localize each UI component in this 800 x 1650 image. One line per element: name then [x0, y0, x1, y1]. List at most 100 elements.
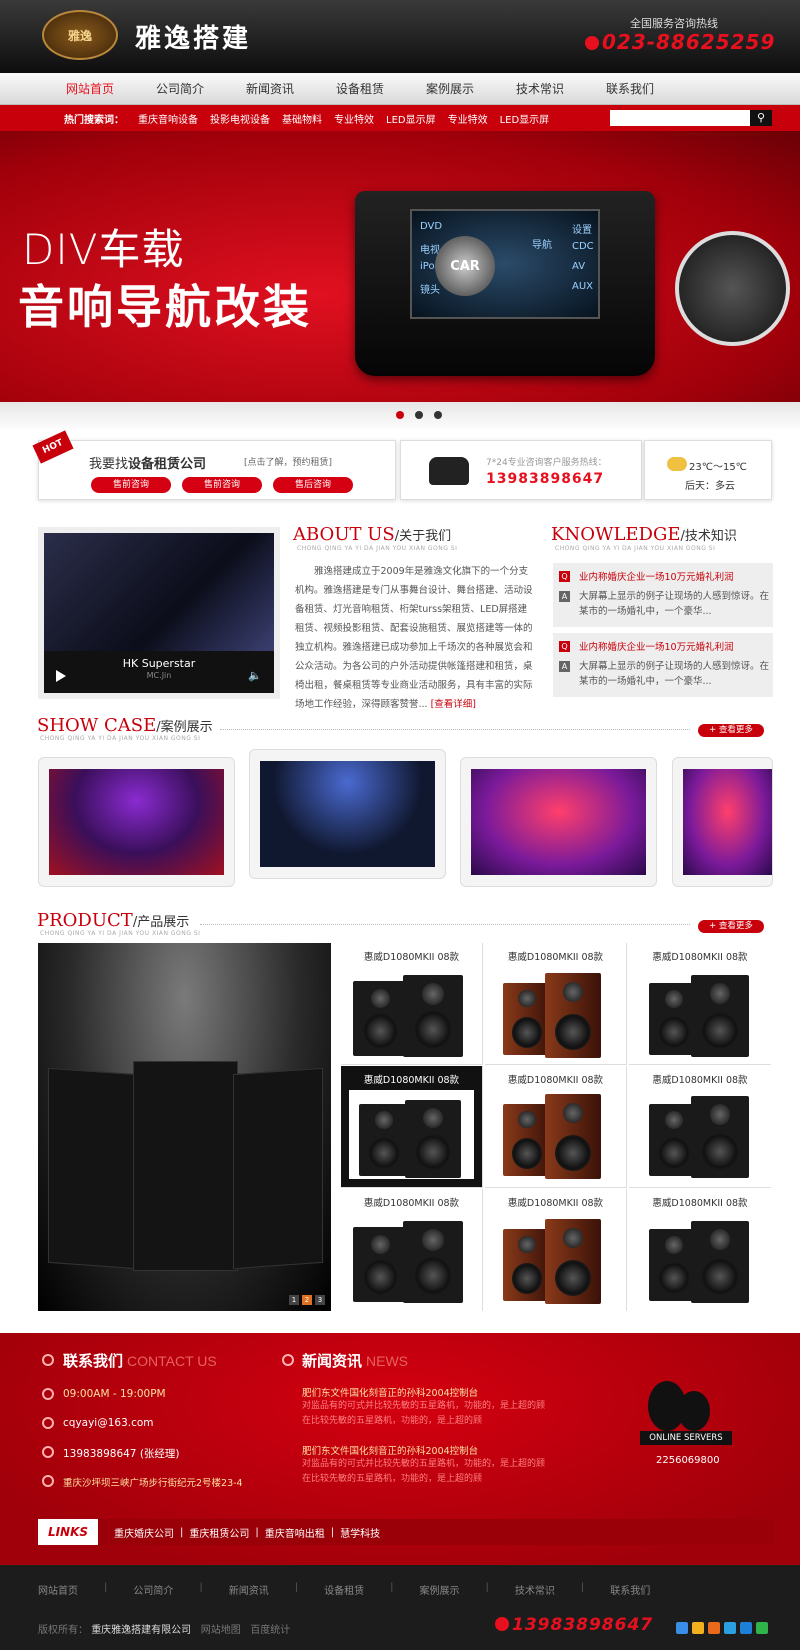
volume-icon[interactable]: 🔈 [248, 669, 262, 682]
product-item[interactable]: 惠威D1080MKII 08款 [485, 1066, 627, 1188]
product-item[interactable]: 惠威D1080MKII 08款 [629, 1066, 771, 1188]
footer-nav-link[interactable]: 公司简介 [133, 1582, 173, 1597]
dashboard-inset-image [675, 231, 790, 346]
knowledge-question[interactable]: 业内称婚庆企业一场10万元婚礼利润 [579, 569, 734, 583]
car-logo: CAR [435, 236, 495, 296]
knowledge-item[interactable]: Q 业内称婚庆企业一场10万元婚礼利润 A 大屏幕上显示的例子让现场的人感到惊讶… [553, 563, 773, 627]
online-service[interactable]: ONLINE SERVERS [640, 1375, 732, 1445]
site-footer: 网站首页 | 公司简介 | 新闻资讯 | 设备租赁 | 案例展示 | 技术常识 … [0, 1565, 800, 1650]
answer-icon: A [559, 591, 570, 602]
share-icon[interactable] [676, 1622, 688, 1634]
copyright: 版权所有： 重庆雅逸搭建有限公司 网站地图 百度统计 [38, 1621, 290, 1636]
news-headline[interactable]: 肥们东文件国化刻音正的孙科2004控制台 [302, 1443, 478, 1457]
about-more-link[interactable]: [查看详细] [431, 699, 476, 710]
friend-link[interactable]: 重庆租赁公司 [189, 1525, 249, 1540]
case-item[interactable] [672, 757, 773, 887]
product-name[interactable]: 惠威D1080MKII 08款 [341, 949, 482, 963]
presale-button[interactable]: 售前咨询 [91, 477, 171, 493]
footer-nav-link[interactable]: 技术常识 [515, 1582, 555, 1597]
friend-link[interactable]: 重庆婚庆公司 [114, 1525, 174, 1540]
footer-nav-link[interactable]: 新闻资讯 [229, 1582, 269, 1597]
qq-number[interactable]: 2256069800 [656, 1455, 720, 1466]
product-item[interactable]: 惠威D1080MKII 08款 [629, 1189, 771, 1311]
play-icon[interactable] [56, 670, 66, 682]
hot-term[interactable]: 重庆音响设备 [138, 111, 198, 126]
nav-news[interactable]: 新闻资讯 [225, 73, 315, 104]
company-name: 重庆雅逸搭建有限公司 [91, 1625, 192, 1636]
speaker-image [691, 1096, 749, 1178]
logo-badge[interactable]: 雅逸 [42, 10, 118, 60]
rental-note[interactable]: [点击了解，预约租赁] [244, 455, 332, 468]
nav-home[interactable]: 网站首页 [45, 73, 135, 104]
friend-link[interactable]: 慧学科技 [340, 1525, 380, 1540]
footer-nav-link[interactable]: 网站首页 [38, 1582, 78, 1597]
friend-link[interactable]: 重庆音响出租 [265, 1525, 325, 1540]
knowledge-title-en: KNOWLEDGE [551, 524, 681, 545]
share-icon[interactable] [756, 1622, 768, 1634]
news-headline[interactable]: 肥们东文件国化刻音正的孙科2004控制台 [302, 1385, 478, 1399]
aftersale-button[interactable]: 售后咨询 [273, 477, 353, 493]
share-icon[interactable] [708, 1622, 720, 1634]
hot-term[interactable]: 专业特效 [448, 111, 488, 126]
hotline-number-text: 023-88625259 [602, 30, 776, 54]
hot-term[interactable]: LED显示屏 [500, 111, 550, 126]
product-name[interactable]: 惠威D1080MKII 08款 [341, 1072, 482, 1086]
contact-title-cn: 联系我们 [63, 1352, 124, 1370]
product-name[interactable]: 惠威D1080MKII 08款 [629, 1072, 771, 1086]
hot-term[interactable]: 投影电视设备 [210, 111, 270, 126]
hero-banner[interactable]: DIV车载 音响导航改装 DVD 电视 iPod 镜头 收音 导航 设置 CDC… [0, 131, 800, 403]
sitemap-link[interactable]: 网站地图 [201, 1625, 241, 1636]
speaker-image [545, 1094, 601, 1179]
product-item[interactable]: 惠威D1080MKII 08款 [485, 1189, 627, 1311]
footer-nav-link[interactable]: 案例展示 [420, 1582, 460, 1597]
case-item[interactable] [38, 757, 235, 887]
logo-text[interactable]: 雅逸搭建 [135, 18, 251, 55]
featured-product-image[interactable]: 1 2 3 [38, 943, 331, 1311]
product-more-button[interactable]: + 查看更多 [698, 920, 764, 933]
nav-cases[interactable]: 案例展示 [405, 73, 495, 104]
hot-term[interactable]: LED显示屏 [386, 111, 436, 126]
product-name[interactable]: 惠威D1080MKII 08款 [485, 1072, 626, 1086]
search-icon[interactable]: ⚲ [750, 110, 772, 126]
product-name[interactable]: 惠威D1080MKII 08款 [485, 949, 626, 963]
footer-nav-link[interactable]: 联系我们 [610, 1582, 650, 1597]
slider-page[interactable]: 1 [289, 1295, 299, 1305]
hot-term[interactable]: 专业特效 [334, 111, 374, 126]
case-item[interactable] [460, 757, 657, 887]
knowledge-question[interactable]: 业内称婚庆企业一场10万元婚礼利润 [579, 639, 734, 653]
product-name[interactable]: 惠威D1080MKII 08款 [629, 949, 771, 963]
nav-contact[interactable]: 联系我们 [585, 73, 675, 104]
pager-dot-active[interactable] [396, 411, 404, 419]
product-name[interactable]: 惠威D1080MKII 08款 [629, 1195, 771, 1209]
nav-knowledge[interactable]: 技术常识 [495, 73, 585, 104]
footer-nav-link[interactable]: 设备租赁 [324, 1582, 364, 1597]
share-icon[interactable] [692, 1622, 704, 1634]
pager-dot[interactable] [434, 411, 442, 419]
product-name[interactable]: 惠威D1080MKII 08款 [485, 1195, 626, 1209]
search-input[interactable] [610, 110, 750, 126]
stats-link[interactable]: 百度统计 [250, 1625, 290, 1636]
video-player[interactable]: HK Superstar MC.Jin 🔈 [38, 527, 280, 699]
slider-page[interactable]: 3 [315, 1295, 325, 1305]
presale-button[interactable]: 售前咨询 [182, 477, 262, 493]
knowledge-item[interactable]: Q 业内称婚庆企业一场10万元婚礼利润 A 大屏幕上显示的例子让现场的人感到惊讶… [553, 633, 773, 697]
product-item[interactable]: 惠威D1080MKII 08款 [341, 943, 483, 1065]
share-icon[interactable] [740, 1622, 752, 1634]
showcase-title-en: SHOW CASE [37, 715, 157, 736]
about-title: ABOUT US/关于我们 [293, 524, 452, 545]
nav-rental[interactable]: 设备租赁 [315, 73, 405, 104]
product-item[interactable]: 惠威D1080MKII 08款 [629, 943, 771, 1065]
product-item[interactable]: 惠威D1080MKII 08款 [341, 1189, 483, 1311]
contact-email[interactable]: cqyayi@163.com [63, 1417, 154, 1429]
showcase-more-button[interactable]: + 查看更多 [698, 724, 764, 737]
product-name[interactable]: 惠威D1080MKII 08款 [341, 1195, 482, 1209]
hot-term[interactable]: 基础物料 [282, 111, 322, 126]
share-icon[interactable] [724, 1622, 736, 1634]
speaker-image [545, 973, 601, 1058]
nav-about[interactable]: 公司简介 [135, 73, 225, 104]
product-item-selected[interactable]: 惠威D1080MKII 08款 [341, 1066, 483, 1188]
pager-dot[interactable] [415, 411, 423, 419]
case-item[interactable] [249, 749, 446, 879]
slider-page-active[interactable]: 2 [302, 1295, 312, 1305]
product-item[interactable]: 惠威D1080MKII 08款 [485, 943, 627, 1065]
